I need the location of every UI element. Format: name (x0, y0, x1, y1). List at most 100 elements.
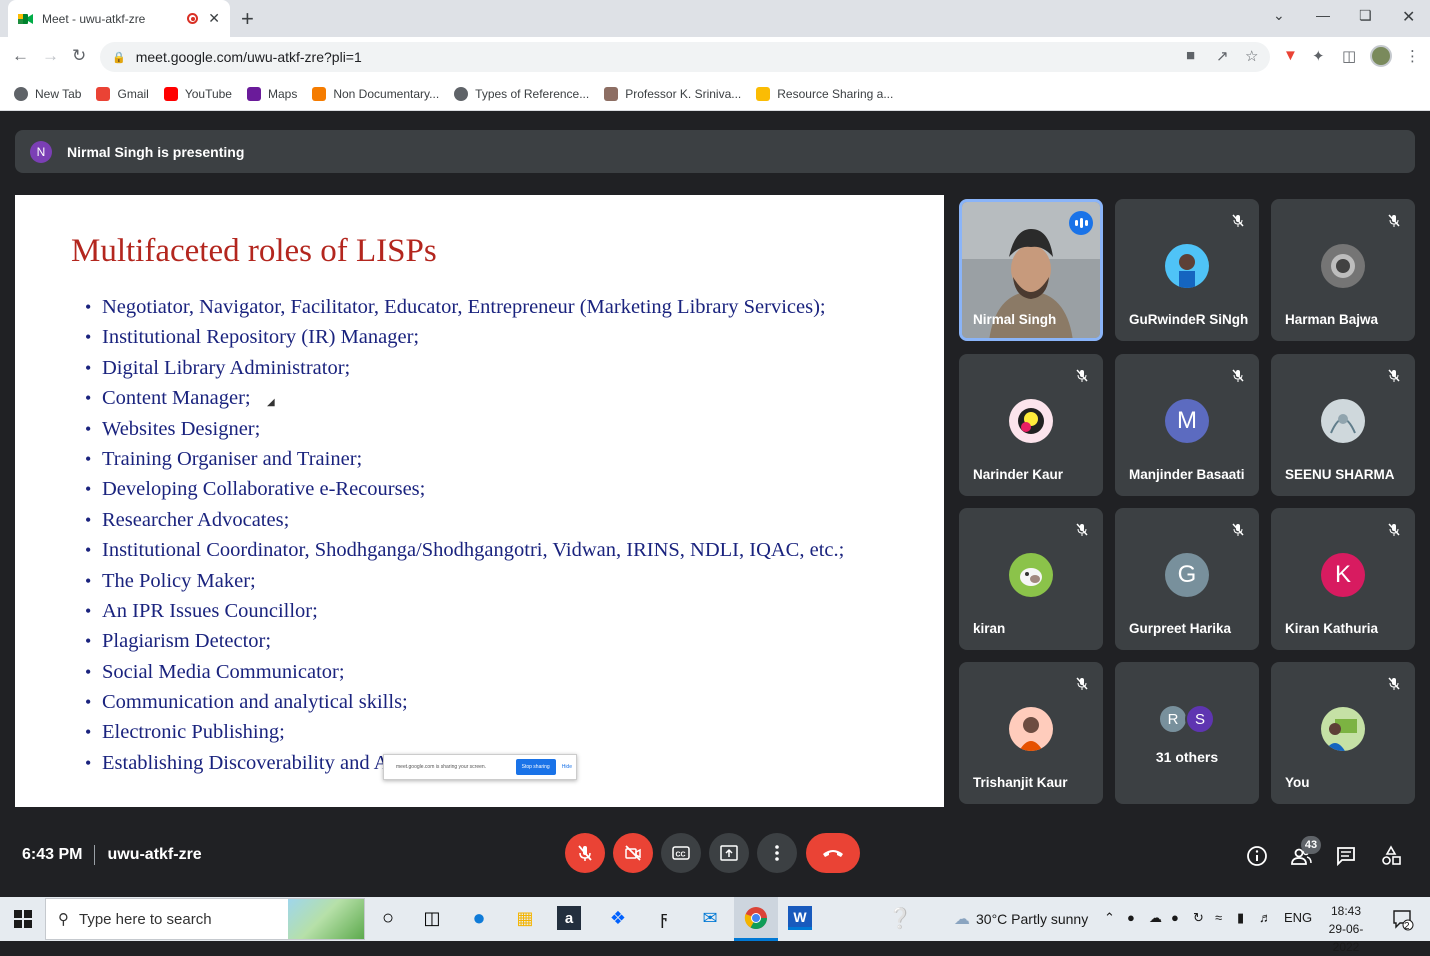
tab-close-icon[interactable]: ✕ (208, 10, 220, 27)
mic-off-icon (1383, 365, 1405, 387)
more-vert-icon (775, 845, 779, 861)
participant-tile[interactable]: kiran (959, 508, 1103, 650)
captions-icon: CC (672, 846, 690, 860)
present-button[interactable] (709, 833, 749, 873)
mic-off-icon (578, 845, 592, 861)
participant-tile[interactable]: K Kiran Kathuria (1271, 508, 1415, 650)
participant-tile[interactable]: Harman Bajwa (1271, 199, 1415, 341)
clock-date: 29-06-2022 (1328, 922, 1364, 954)
extension-icon[interactable]: ▼ (1283, 47, 1298, 64)
participant-tile[interactable]: Nirmal Singh (959, 199, 1103, 341)
camera-toggle-button[interactable] (613, 833, 653, 873)
leave-call-button[interactable] (806, 833, 860, 873)
minimize-button[interactable]: — (1316, 7, 1330, 23)
slide-bullet-list: • Negotiator, Navigator, Facilitator, Edu… (85, 292, 844, 778)
meeting-details-button[interactable] (1244, 843, 1270, 869)
notification-center-icon[interactable] (1392, 909, 1414, 931)
youtube-icon (163, 86, 178, 101)
hang-up-icon (823, 850, 843, 857)
info-icon (1247, 846, 1267, 866)
url-field[interactable]: 🔒 meet.google.com/uwu-atkf-zre?pli=1 (100, 42, 1270, 72)
side-panel-icon[interactable]: ◫ (1342, 47, 1356, 65)
slide-title: Multifaceted roles of LISPs (71, 233, 437, 269)
new-tab-button[interactable]: + (241, 6, 254, 32)
globe-icon (14, 86, 28, 101)
back-icon[interactable]: ← (12, 46, 29, 66)
weather-widget[interactable]: ☁ 30°C Partly sunny (954, 909, 1088, 929)
slide-bullet: • Researcher Advocates; (85, 508, 290, 531)
restore-button[interactable]: ❏ (1359, 7, 1372, 24)
bookmark-item[interactable]: New Tab (14, 86, 81, 101)
onedrive-icon[interactable]: ☁ (1149, 910, 1162, 926)
mic-off-icon (1227, 365, 1249, 387)
hide-button[interactable]: Hide (562, 764, 572, 770)
participant-tile[interactable]: M Manjinder Basaati (1115, 354, 1259, 496)
profile-avatar[interactable] (1370, 45, 1392, 67)
tray-app-icon[interactable]: ● (1127, 910, 1135, 925)
wifi-icon[interactable]: ≈ (1215, 910, 1222, 925)
microphone-icon[interactable]: ● (1171, 910, 1179, 925)
battery-icon[interactable]: ▮ (1237, 910, 1244, 926)
task-view-icon[interactable]: ◫ (418, 904, 446, 932)
mic-toggle-button[interactable] (565, 833, 605, 873)
activities-button[interactable] (1378, 843, 1404, 869)
reload-icon[interactable]: ↻ (72, 46, 86, 66)
forward-icon[interactable]: → (42, 46, 59, 66)
bookmark-star-icon[interactable]: ☆ (1245, 47, 1258, 65)
slide-bullet: • Developing Collaborative e-Recourses; (85, 478, 426, 501)
menu-icon[interactable]: ⋮ (1405, 47, 1420, 65)
camera-icon[interactable]: ■ (1186, 47, 1195, 64)
participant-tile[interactable]: Trishanjit Kaur (959, 662, 1103, 804)
windows-taskbar: ⚲ Type here to search ○ ◫ ● ▦ a ❖ ϝ ✉ W … (0, 897, 1430, 954)
clock[interactable]: 18:43 29-06-2022 (1316, 902, 1376, 956)
share-icon[interactable]: ↗ (1216, 47, 1229, 65)
mail-icon[interactable]: ✉ (696, 904, 724, 932)
meet-controls-bar: 6:43 PM uwu-atkf-zre CC 43 (0, 827, 1430, 887)
bookmark-item[interactable]: Gmail (96, 86, 149, 101)
stop-sharing-button[interactable]: Stop sharing (515, 759, 556, 775)
browser-tab-meet[interactable]: Meet - uwu-atkf-zre ✕ (8, 0, 230, 37)
slide-bullet: • An IPR Issues Councillor; (85, 599, 318, 622)
window-close-button[interactable]: ✕ (1402, 7, 1415, 27)
windows-start-icon[interactable] (14, 910, 32, 928)
mic-off-icon (1071, 673, 1093, 695)
word-icon[interactable]: W (788, 906, 812, 930)
bookmark-item[interactable]: Resource Sharing a... (756, 86, 893, 101)
more-options-button[interactable] (757, 833, 797, 873)
others-tile[interactable]: R S 31 others (1115, 662, 1259, 804)
sync-icon[interactable]: ↻ (1193, 910, 1204, 926)
tab-search-icon[interactable]: ⌄ (1273, 7, 1285, 24)
site-icon (756, 86, 771, 101)
captions-button[interactable]: CC (661, 833, 701, 873)
puzzle-icon[interactable]: ✦ (1312, 47, 1325, 65)
browser-tab-bar: Meet - uwu-atkf-zre ✕ + ⌄ — ❏ ✕ (0, 0, 1430, 37)
participant-tile[interactable]: GuRwindeR SiNgh (1115, 199, 1259, 341)
bookmark-item[interactable]: YouTube (163, 86, 232, 101)
chat-button[interactable] (1333, 843, 1359, 869)
slide-bullet: • Institutional Coordinator, Shodhganga/S… (85, 539, 845, 562)
volume-icon[interactable]: ♬ (1259, 910, 1272, 925)
taskbar-search-box[interactable]: ⚲ Type here to search (45, 898, 365, 940)
participant-avatar (1009, 553, 1053, 597)
amazon-icon[interactable]: a (557, 906, 581, 930)
dropbox-icon[interactable]: ❖ (604, 904, 632, 932)
participant-tile[interactable]: SEENU SHARMA (1271, 354, 1415, 496)
language-indicator[interactable]: ENG (1284, 910, 1312, 925)
bookmark-item[interactable]: Non Documentary... (312, 86, 439, 101)
participant-tile[interactable]: You (1271, 662, 1415, 804)
slide-bullet: • Content Manager; (85, 387, 251, 410)
bookmark-item[interactable]: Maps (246, 86, 297, 101)
participant-count-badge: 43 (1301, 836, 1321, 854)
blogger-icon (312, 86, 327, 101)
participant-tile[interactable]: Narinder Kaur (959, 354, 1103, 496)
bookmark-item[interactable]: Types of Reference... (454, 86, 589, 101)
show-hidden-icons[interactable]: ⌃ (1104, 910, 1115, 926)
others-avatar: S (1185, 704, 1215, 734)
cortana-icon[interactable]: ○ (374, 904, 402, 932)
app-icon[interactable]: ϝ (650, 904, 678, 932)
file-explorer-icon[interactable]: ▦ (511, 904, 539, 932)
bookmark-item[interactable]: Professor K. Sriniva... (604, 86, 741, 101)
participant-tile[interactable]: G Gurpreet Harika (1115, 508, 1259, 650)
help-icon[interactable]: ❔ (886, 904, 914, 932)
edge-icon[interactable]: ● (465, 904, 493, 932)
